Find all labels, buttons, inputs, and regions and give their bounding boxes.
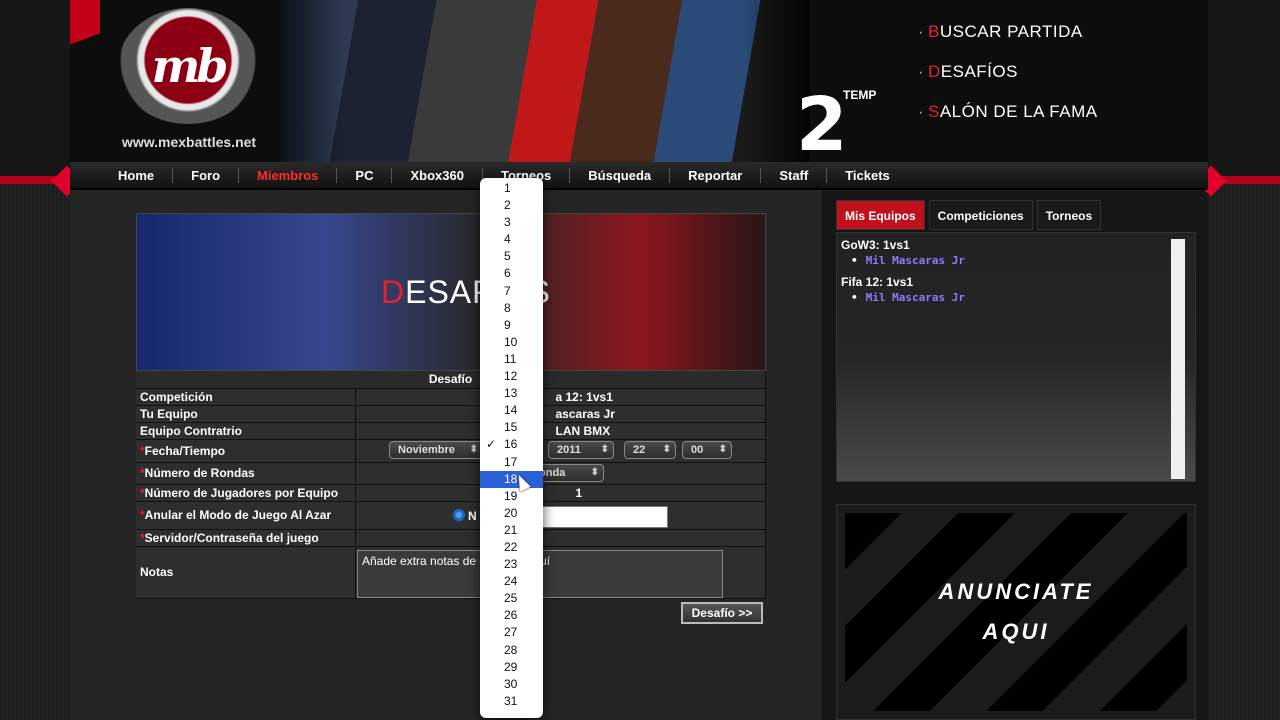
day-option[interactable]: 12 xyxy=(480,368,543,385)
day-option[interactable]: 20 xyxy=(480,505,543,522)
hour-select[interactable]: 22 xyxy=(624,441,676,459)
nav-foro[interactable]: Foro xyxy=(173,167,240,183)
teams-scrollbar[interactable] xyxy=(1171,239,1185,479)
competicion-label: Competición xyxy=(136,388,356,406)
day-option[interactable]: 10 xyxy=(480,334,543,351)
season-number: 2 xyxy=(796,82,848,162)
main-nav: Home Foro Miembros PC Xbox360 Torneos Bú… xyxy=(70,162,1208,190)
hour-select-value: 22 xyxy=(633,444,646,456)
day-option[interactable]: 9 xyxy=(480,317,543,334)
team-link[interactable]: Mil Mascaras Jr xyxy=(851,291,1191,304)
day-option[interactable]: 16 xyxy=(480,436,543,453)
header-menu: BUSCAR PARTIDA DESAFÍOS SALÓN DE LA FAMA xyxy=(918,22,1098,142)
header-menu-buscar-partida[interactable]: BUSCAR PARTIDA xyxy=(918,22,1098,42)
site-header: mb www.mexbattles.net 2 TEMP BUSCAR PART… xyxy=(70,0,1208,162)
day-option[interactable]: 31 xyxy=(480,693,543,710)
day-option[interactable]: 17 xyxy=(480,454,543,471)
header-red-accent xyxy=(70,0,100,100)
fecha-label: *Fecha/Tiempo xyxy=(136,439,356,463)
day-option[interactable]: 28 xyxy=(480,642,543,659)
header-banner-image xyxy=(280,0,810,162)
day-option[interactable]: 23 xyxy=(480,556,543,573)
site-logo[interactable]: mb xyxy=(118,8,258,124)
logo-text: mb xyxy=(151,39,229,93)
season-word: TEMP xyxy=(843,88,877,102)
hero-banner: DESAFÍOS xyxy=(136,213,766,371)
day-option[interactable]: 26 xyxy=(480,607,543,624)
nav-xbox360[interactable]: Xbox360 xyxy=(392,167,483,183)
month-select[interactable]: Noviembre xyxy=(389,441,483,459)
day-option[interactable]: 30 xyxy=(480,676,543,693)
servidor-input[interactable] xyxy=(538,506,668,528)
team-link[interactable]: Mil Mascaras Jr xyxy=(851,254,1191,267)
anular-radio[interactable] xyxy=(453,509,465,521)
year-select[interactable]: 2011 xyxy=(548,441,614,459)
right-tabs: Mis Equipos Competiciones Torneos xyxy=(836,200,1102,230)
nav-tickets[interactable]: Tickets xyxy=(827,168,908,183)
jugadores-label: *Número de Jugadores por Equipo xyxy=(136,484,356,502)
day-option[interactable]: 5 xyxy=(480,248,543,265)
minute-select[interactable]: 00 xyxy=(682,441,732,459)
tab-mis-equipos[interactable]: Mis Equipos xyxy=(836,200,925,230)
tab-competiciones[interactable]: Competiciones xyxy=(928,200,1033,230)
notas-label: Notas xyxy=(136,546,356,599)
day-option[interactable]: 15 xyxy=(480,419,543,436)
tu-equipo-value: ascaras Jr xyxy=(355,405,766,423)
ad-line-2: AQUI xyxy=(982,619,1050,644)
team-competition: Fifa 12: 1vs1 xyxy=(841,275,914,289)
day-option[interactable]: 14 xyxy=(480,402,543,419)
minute-select-value: 00 xyxy=(691,444,704,456)
anular-radio-label: N xyxy=(468,509,477,523)
day-option[interactable]: 1 xyxy=(480,180,543,197)
header-menu-desafios[interactable]: DESAFÍOS xyxy=(918,62,1098,82)
day-option[interactable]: 22 xyxy=(480,539,543,556)
jugadores-value: 1 xyxy=(355,484,766,502)
tu-equipo-label: Tu Equipo xyxy=(136,405,356,423)
ad-panel[interactable]: ANUNCIATE AQUI xyxy=(836,504,1196,720)
day-dropdown-list[interactable]: 1234567891011121314151617181920212223242… xyxy=(480,178,543,718)
day-option[interactable]: 18 xyxy=(480,470,543,488)
equipo-contrario-value: LAN BMX xyxy=(355,422,766,440)
day-option[interactable]: 4 xyxy=(480,231,543,248)
tab-torneos[interactable]: Torneos xyxy=(1036,200,1102,230)
day-option[interactable]: 29 xyxy=(480,659,543,676)
month-select-value: Noviembre xyxy=(398,444,455,456)
servidor-cell xyxy=(355,529,766,547)
header-menu-salon-fama[interactable]: SALÓN DE LA FAMA xyxy=(918,102,1098,122)
day-option[interactable]: 11 xyxy=(480,351,543,368)
day-option[interactable]: 8 xyxy=(480,300,543,317)
notas-text: Añade extra notas de xyxy=(362,554,477,568)
nav-home[interactable]: Home xyxy=(100,167,174,183)
ad-banner: ANUNCIATE AQUI xyxy=(845,513,1187,711)
form-caption: Desafío xyxy=(136,371,766,389)
servidor-label: *Servidor/Contraseña del juego xyxy=(136,529,356,547)
day-option[interactable]: 19 xyxy=(480,488,543,505)
left-side-panel xyxy=(0,180,70,720)
nav-staff[interactable]: Staff xyxy=(761,167,828,183)
rondas-label: *Número de Rondas xyxy=(136,462,356,485)
day-option[interactable]: 13 xyxy=(480,385,543,402)
anular-label: *Anular el Modo de Juego Al Azar xyxy=(136,501,356,530)
nav-pc[interactable]: PC xyxy=(337,167,393,183)
desafio-submit-button[interactable]: Desafío >> xyxy=(681,602,763,624)
day-option[interactable]: 27 xyxy=(480,624,543,641)
day-option[interactable]: 24 xyxy=(480,573,543,590)
my-teams-panel: GoW3: 1vs1 Mil Mascaras Jr Fifa 12: 1vs1… xyxy=(836,232,1196,482)
nav-reportar[interactable]: Reportar xyxy=(670,167,762,183)
site-url[interactable]: www.mexbattles.net xyxy=(122,134,256,150)
nav-busqueda[interactable]: Búsqueda xyxy=(570,167,671,183)
ad-line-1: ANUNCIATE xyxy=(938,579,1094,604)
team-competition: GoW3: 1vs1 xyxy=(841,238,910,252)
day-option[interactable]: 3 xyxy=(480,214,543,231)
day-option[interactable]: 6 xyxy=(480,265,543,282)
equipo-contrario-label: Equipo Contratrio xyxy=(136,422,356,440)
day-option[interactable]: 2 xyxy=(480,197,543,214)
nav-miembros[interactable]: Miembros xyxy=(239,167,338,183)
year-select-value: 2011 xyxy=(557,444,581,456)
competicion-value: a 12: 1vs1 xyxy=(355,388,766,406)
day-option[interactable]: 25 xyxy=(480,590,543,607)
day-option[interactable]: 21 xyxy=(480,522,543,539)
right-side-panel xyxy=(1208,180,1280,720)
day-option[interactable]: 7 xyxy=(480,283,543,300)
